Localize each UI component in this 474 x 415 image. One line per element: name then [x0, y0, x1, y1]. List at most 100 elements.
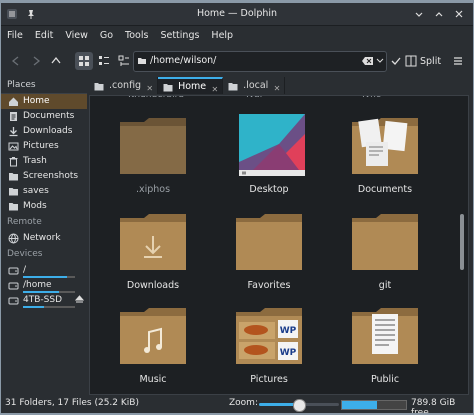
file-item-dot-xiphos[interactable]: .xiphos: [103, 104, 203, 200]
places-item-label: Home: [23, 96, 50, 106]
file-item-downloads[interactable]: Downloads: [103, 200, 203, 296]
file-item-favorites[interactable]: Favorites: [219, 200, 319, 296]
places-item-saves[interactable]: saves: [1, 184, 87, 199]
folder-icon: [94, 80, 104, 91]
clear-icon[interactable]: [362, 56, 374, 66]
tab-dot-config[interactable]: .config ✕: [89, 77, 159, 94]
file-item-pictures[interactable]: WP WP Pictures: [219, 294, 319, 390]
folder-icon: [8, 186, 19, 197]
menu-settings[interactable]: Settings: [154, 26, 205, 46]
menu-edit[interactable]: Edit: [29, 26, 59, 46]
folder-icon: WP WP: [234, 304, 304, 368]
folder-icon: [350, 304, 420, 368]
scrollbar-thumb[interactable]: [460, 214, 464, 270]
scrollbar[interactable]: [459, 96, 465, 392]
places-item-label: Screenshots: [23, 171, 79, 181]
folder-icon: [350, 114, 420, 178]
drive-icon: [8, 280, 19, 291]
places-item-network[interactable]: Network: [1, 231, 87, 246]
hamburger-menu-button[interactable]: [449, 52, 467, 70]
drive-icon: [8, 295, 19, 306]
file-item-label: Favorites: [247, 280, 291, 291]
file-item-label: Pictures: [250, 374, 288, 385]
back-button[interactable]: [7, 52, 25, 70]
chevron-down-icon[interactable]: [376, 58, 384, 64]
tab-label: Home: [178, 81, 207, 92]
places-item-documents[interactable]: Documents: [1, 109, 87, 124]
menu-tools[interactable]: Tools: [119, 26, 154, 46]
svg-text:WP: WP: [280, 326, 297, 336]
zoom-slider[interactable]: [259, 399, 339, 412]
file-view[interactable]: .thunderbird .var .vnc .xiphos Desktop Docume…: [89, 95, 469, 395]
status-summary: 31 Folders, 17 Files (25.2 KiB): [5, 398, 139, 408]
free-space-label: 789.8 GiB free: [411, 398, 456, 413]
tab-home[interactable]: Home ✕: [158, 77, 224, 94]
file-item-desktop[interactable]: Desktop: [219, 104, 319, 200]
places-header: Places: [1, 77, 87, 94]
remote-header: Remote: [7, 217, 42, 227]
places-item-label: /home: [23, 280, 52, 290]
device-usage-bar: [23, 306, 75, 308]
disk-usage-fill: [342, 401, 378, 409]
split-button[interactable]: Split: [405, 52, 441, 70]
places-item-root[interactable]: /: [1, 263, 87, 278]
folder-icon: [350, 210, 420, 274]
places-item-4tb-ssd[interactable]: 4TB-SSD: [1, 293, 87, 308]
tab-dot-local[interactable]: .local ✕: [223, 77, 286, 94]
home-icon: [8, 96, 19, 107]
tab-label: .config: [109, 80, 142, 91]
file-item-documents[interactable]: Documents: [335, 104, 435, 200]
compact-view-button[interactable]: [95, 52, 113, 70]
places-item-home[interactable]: /home: [1, 278, 87, 293]
confirm-path-button[interactable]: [387, 52, 405, 70]
folder-icon: [8, 171, 19, 182]
places-item-label: /: [23, 265, 27, 275]
places-item-label: Mods: [23, 201, 47, 211]
file-item-public[interactable]: Public: [335, 294, 435, 390]
zoom-slider-handle[interactable]: [293, 399, 306, 412]
places-item-screenshots[interactable]: Screenshots: [1, 169, 87, 184]
menu-go[interactable]: Go: [94, 26, 119, 46]
file-item-label-cut: .thunderbird: [128, 95, 184, 100]
details-view-button[interactable]: [115, 52, 133, 70]
places-item-pictures[interactable]: Pictures: [1, 139, 87, 154]
file-item-label-cut: .var: [246, 95, 264, 100]
device-usage-fill: [23, 306, 44, 308]
menu-help[interactable]: Help: [205, 26, 239, 46]
file-item-label: git: [378, 280, 392, 291]
file-item-music[interactable]: Music: [103, 294, 203, 390]
places-item-label: saves: [23, 186, 49, 196]
places-item-downloads[interactable]: Downloads: [1, 124, 87, 139]
location-bar[interactable]: /home/wilson/: [133, 51, 387, 72]
menu-file[interactable]: File: [1, 26, 29, 46]
svg-text:WP: WP: [280, 348, 297, 358]
pictures-icon: [8, 141, 19, 152]
folder-icon: [8, 201, 19, 212]
split-icon: [405, 55, 417, 67]
minimize-button[interactable]: [413, 8, 425, 20]
menu-bar: File Edit View Go Tools Settings Help: [1, 26, 473, 46]
close-button[interactable]: [453, 8, 465, 20]
eject-icon[interactable]: [74, 295, 85, 310]
window-title: Home — Dolphin: [196, 8, 278, 19]
documents-icon: [8, 111, 19, 122]
places-item-mods[interactable]: Mods: [1, 199, 87, 214]
drive-icon: [8, 265, 19, 276]
disk-usage-bar: [341, 400, 407, 410]
file-item-git[interactable]: git: [335, 200, 435, 296]
icons-view-button[interactable]: [75, 52, 93, 70]
maximize-button[interactable]: [433, 8, 445, 20]
places-item-label: Documents: [23, 111, 75, 121]
up-button[interactable]: [47, 52, 65, 70]
menu-view[interactable]: View: [59, 26, 94, 46]
wallpaper-thumbnail: [237, 114, 307, 178]
folder-icon: [163, 82, 173, 92]
file-item-label: Desktop: [249, 184, 289, 195]
folder-icon: [228, 80, 238, 91]
places-item-trash[interactable]: Trash: [1, 154, 87, 169]
network-icon: [8, 233, 19, 244]
forward-button[interactable]: [27, 52, 45, 70]
folder-icon: [118, 114, 188, 178]
places-item-home[interactable]: Home: [1, 94, 87, 109]
devices-header: Devices: [7, 249, 43, 259]
